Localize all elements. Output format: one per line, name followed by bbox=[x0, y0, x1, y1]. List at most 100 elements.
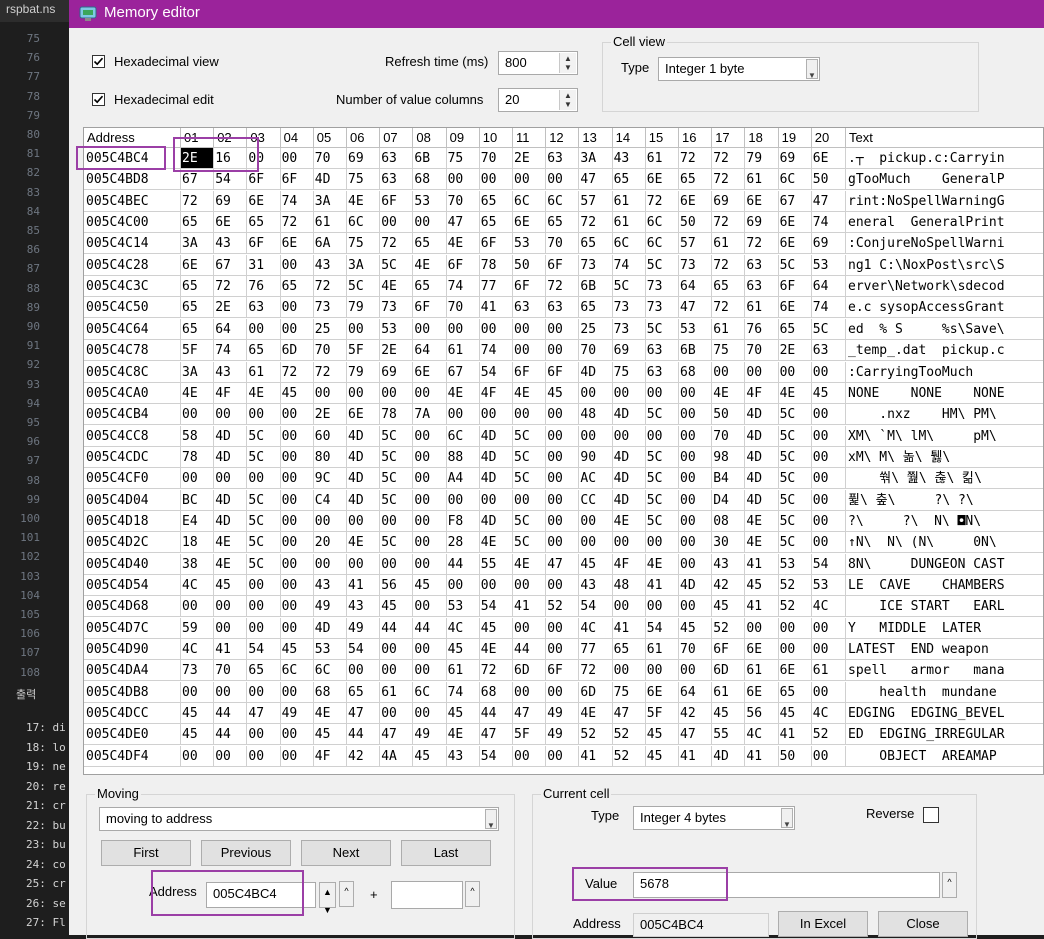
byte-cell[interactable]: 74 bbox=[446, 276, 480, 298]
byte-cell[interactable]: 4D bbox=[612, 468, 646, 490]
byte-cell[interactable]: 00 bbox=[413, 425, 447, 447]
address-cell[interactable]: 005C4C50 bbox=[84, 297, 181, 319]
text-cell[interactable]: .nxz HM\ PM\ bbox=[846, 404, 1043, 426]
byte-cell[interactable]: 00 bbox=[811, 468, 846, 490]
byte-cell[interactable]: 77 bbox=[579, 639, 613, 661]
byte-cell[interactable]: 00 bbox=[380, 660, 414, 682]
byte-cell[interactable]: 41 bbox=[214, 639, 248, 661]
byte-cell[interactable]: 5C bbox=[645, 254, 679, 276]
byte-cell[interactable]: 00 bbox=[479, 404, 513, 426]
byte-cell[interactable]: C4 bbox=[313, 489, 347, 511]
byte-cell[interactable]: 4E bbox=[479, 639, 513, 661]
byte-cell[interactable]: 55 bbox=[712, 724, 746, 746]
byte-cell[interactable]: 00 bbox=[579, 382, 613, 404]
byte-cell[interactable]: 69 bbox=[347, 148, 381, 169]
byte-cell[interactable]: 00 bbox=[679, 553, 713, 575]
address-cell[interactable]: 005C4C3C bbox=[84, 276, 181, 298]
byte-cell[interactable]: 56 bbox=[380, 575, 414, 596]
byte-cell[interactable]: 6D bbox=[712, 660, 746, 682]
byte-cell[interactable]: 00 bbox=[181, 745, 215, 767]
byte-cell[interactable]: 00 bbox=[280, 468, 314, 490]
byte-cell[interactable]: 63 bbox=[645, 340, 679, 362]
byte-cell[interactable]: 00 bbox=[380, 553, 414, 575]
byte-cell[interactable]: 53 bbox=[778, 553, 812, 575]
byte-cell[interactable]: A4 bbox=[446, 468, 480, 490]
byte-cell[interactable]: 00 bbox=[579, 425, 613, 447]
byte-cell[interactable]: 00 bbox=[280, 404, 314, 426]
byte-cell[interactable]: 00 bbox=[546, 617, 580, 639]
byte-cell[interactable]: 63 bbox=[811, 340, 846, 362]
byte-cell[interactable]: 73 bbox=[645, 297, 679, 319]
byte-cell[interactable]: 4D bbox=[612, 446, 646, 468]
byte-cell[interactable]: 5F bbox=[645, 703, 679, 725]
byte-cell[interactable]: 2E bbox=[513, 148, 547, 169]
address-cell[interactable]: 005C4D68 bbox=[84, 596, 181, 618]
byte-cell[interactable]: 64 bbox=[679, 276, 713, 298]
byte-cell[interactable]: 4D bbox=[313, 617, 347, 639]
text-cell[interactable]: ?\ ?\ N\ ◘N\ bbox=[846, 511, 1043, 532]
byte-cell[interactable]: 54 bbox=[479, 745, 513, 767]
byte-cell[interactable]: 00 bbox=[679, 446, 713, 468]
byte-cell[interactable]: 00 bbox=[280, 425, 314, 447]
text-cell[interactable]: ICE START EARL bbox=[846, 596, 1043, 618]
byte-cell[interactable]: 30 bbox=[712, 532, 746, 554]
byte-cell[interactable]: 00 bbox=[546, 532, 580, 554]
byte-cell[interactable]: 4D bbox=[745, 489, 779, 511]
byte-cell[interactable]: 4C bbox=[745, 724, 779, 746]
address-spin-button[interactable]: ▲ ▼ bbox=[319, 882, 336, 915]
byte-cell[interactable]: 6E bbox=[811, 148, 846, 169]
text-cell[interactable]: ed % S %s\Save\ bbox=[846, 319, 1043, 340]
byte-cell[interactable]: 76 bbox=[745, 318, 779, 340]
byte-cell[interactable]: 00 bbox=[413, 468, 447, 490]
byte-cell[interactable]: 75 bbox=[612, 681, 646, 703]
byte-cell[interactable]: 49 bbox=[280, 703, 314, 725]
close-button[interactable]: Close bbox=[878, 911, 968, 937]
byte-cell[interactable]: 6B bbox=[579, 276, 613, 298]
in-excel-button[interactable]: In Excel bbox=[778, 911, 868, 937]
text-cell[interactable]: gTooMuch GeneralP bbox=[846, 169, 1043, 191]
address-cell[interactable]: 005C4CB4 bbox=[84, 404, 181, 426]
byte-cell[interactable]: 4C bbox=[181, 575, 215, 596]
byte-cell[interactable]: 69 bbox=[778, 148, 812, 169]
byte-cell[interactable]: 53 bbox=[811, 575, 846, 596]
byte-cell[interactable]: 6E bbox=[745, 190, 779, 212]
moving-mode-select[interactable]: moving to address ▼ bbox=[99, 807, 499, 831]
byte-cell[interactable]: 61 bbox=[745, 660, 779, 682]
address-cell[interactable]: 005C4C28 bbox=[84, 254, 181, 276]
byte-cell[interactable]: 72 bbox=[579, 212, 613, 234]
byte-cell[interactable]: 00 bbox=[778, 639, 812, 661]
byte-cell[interactable]: 4E bbox=[380, 276, 414, 298]
byte-cell[interactable]: 53 bbox=[313, 639, 347, 661]
hex-view-checkbox[interactable] bbox=[92, 55, 105, 68]
byte-cell[interactable]: 44 bbox=[479, 703, 513, 725]
byte-cell[interactable]: 50 bbox=[811, 169, 846, 191]
byte-cell[interactable]: 5C bbox=[347, 276, 381, 298]
byte-cell[interactable]: 48 bbox=[612, 575, 646, 596]
byte-cell[interactable]: 6E bbox=[280, 233, 314, 255]
byte-cell[interactable]: 4D bbox=[214, 510, 248, 532]
byte-cell[interactable]: 6E bbox=[645, 681, 679, 703]
byte-cell[interactable]: 43 bbox=[712, 553, 746, 575]
hex-edit-checkbox[interactable] bbox=[92, 93, 105, 106]
byte-cell[interactable]: 54 bbox=[479, 596, 513, 618]
byte-cell[interactable]: 65 bbox=[612, 169, 646, 191]
byte-cell[interactable]: 00 bbox=[513, 575, 547, 596]
byte-cell[interactable]: 00 bbox=[513, 681, 547, 703]
byte-cell[interactable]: 5C bbox=[380, 425, 414, 447]
byte-cell[interactable]: 18 bbox=[181, 532, 215, 554]
byte-cell[interactable]: 00 bbox=[413, 510, 447, 532]
byte-cell[interactable]: 00 bbox=[280, 553, 314, 575]
byte-cell[interactable]: 61 bbox=[380, 681, 414, 703]
byte-cell[interactable]: 00 bbox=[811, 639, 846, 661]
byte-cell[interactable]: 00 bbox=[181, 681, 215, 703]
byte-cell[interactable]: 6D bbox=[513, 660, 547, 682]
byte-cell[interactable]: 6B bbox=[413, 148, 447, 169]
byte-cell[interactable]: 63 bbox=[745, 276, 779, 298]
text-cell[interactable]: EDGING EDGING_BEVEL bbox=[846, 703, 1043, 725]
byte-cell[interactable]: 73 bbox=[612, 318, 646, 340]
byte-cell[interactable]: 42 bbox=[347, 745, 381, 767]
address-cell[interactable]: 005C4C00 bbox=[84, 212, 181, 234]
byte-cell[interactable]: 76 bbox=[247, 276, 281, 298]
byte-cell[interactable]: 00 bbox=[712, 361, 746, 383]
byte-cell[interactable]: 72 bbox=[712, 169, 746, 191]
